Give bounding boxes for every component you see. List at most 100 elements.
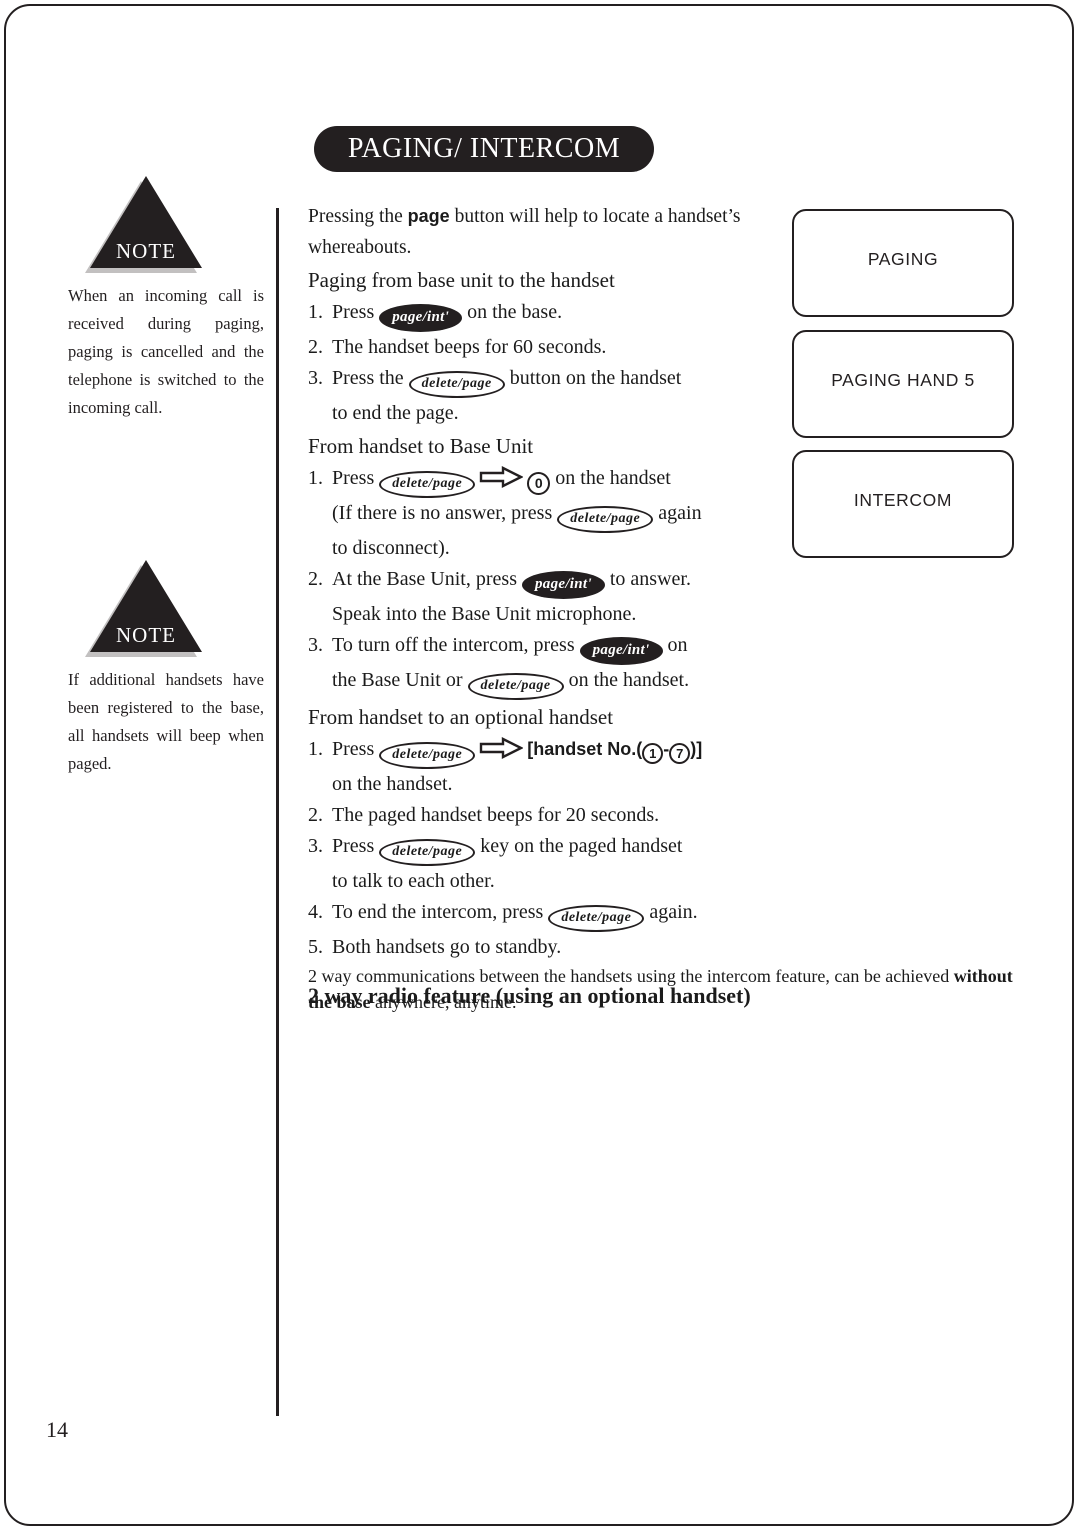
step-number: 2. (308, 804, 323, 826)
step-number: 1. (308, 301, 323, 323)
step-text-pre: Press (332, 835, 380, 857)
key-delete-page[interactable]: delete/page (379, 742, 476, 769)
step-number: 3. (308, 367, 323, 389)
step-number: 1. (308, 738, 323, 760)
lcd-display-paging: PAGING (792, 209, 1014, 317)
key-delete-page[interactable]: delete/page (379, 471, 476, 498)
key-page-int[interactable]: page/int' (521, 571, 605, 599)
step-item: 3. To turn off the intercom, press page/… (308, 630, 760, 700)
step-number: 2. (308, 336, 323, 358)
step-text-post: to answer. (604, 568, 691, 590)
step-text-continuation: on the handset. (332, 773, 453, 795)
step-number: 3. (308, 634, 323, 656)
step-text-continuation: to end the page. (332, 402, 459, 424)
step-item: 2. The paged handset beeps for 20 second… (308, 800, 760, 831)
step-text-post: on (662, 634, 688, 656)
intro-text-1: Pressing the (308, 206, 408, 227)
right-arrow-icon (479, 466, 524, 488)
radio-body-line2-tail: anywhere, anytime. (370, 992, 517, 1012)
section-heading-handset-to-optional-handset: From handset to an optional handset (308, 705, 614, 729)
step-number: 4. (308, 901, 323, 923)
note-label: NOTE (116, 239, 176, 263)
note-text: When an incoming call is received during… (68, 286, 264, 417)
step-number: 3. (308, 835, 323, 857)
step-text: Both handsets go to standby. (332, 936, 562, 958)
step-item: 5. Both handsets go to standby. (308, 932, 760, 963)
page-title: PAGING/ INTERCOM (347, 133, 621, 164)
lcd-text: PAGING (867, 249, 939, 269)
handset-number-range: [handset No.(1-7)] (527, 739, 703, 764)
step-text: The handset beeps for 60 seconds. (332, 336, 607, 358)
lcd-display-paging-hand-5: PAGING HAND 5 (792, 330, 1014, 438)
lcd-display-intercom: INTERCOM (792, 450, 1014, 558)
radio-body-line1: 2 way communications between the handset… (308, 966, 950, 986)
note-triangle-icon: NOTE (85, 560, 202, 657)
step-text-post: key on the paged handset (475, 835, 683, 857)
note-label: NOTE (116, 623, 176, 647)
radio-feature-body: 2 way communications between the handset… (308, 963, 1026, 1015)
page-number: 14 (46, 1417, 68, 1442)
key-digit-one[interactable]: 1 (642, 743, 664, 764)
intro-text-2: button will help to locate a handset’s (449, 206, 741, 227)
step-text-pre: To turn off the intercom, press (332, 634, 580, 656)
note-block-1: NOTE When an incoming call is received d… (68, 176, 268, 422)
step-text-pre: Press (332, 467, 380, 489)
key-page-int[interactable]: page/int' (379, 304, 463, 332)
key-delete-page[interactable]: delete/page (467, 673, 564, 700)
step-item: 1. Press delete/page [handset No.(1-7)] on… (308, 734, 760, 800)
handset-no-close: )] (690, 739, 703, 759)
step-text: Press page/int' on the base. (332, 297, 760, 332)
key-delete-page[interactable]: delete/page (408, 371, 505, 398)
step-text: To turn off the intercom, press page/int… (332, 630, 760, 700)
step-text-line2-pre: (If there is no answer, press (332, 502, 558, 524)
right-arrow-icon (479, 737, 524, 759)
step-text-continuation: Speak into the Base Unit microphone. (332, 603, 637, 625)
step-text: At the Base Unit, press page/int' to ans… (332, 564, 760, 630)
key-page-int[interactable]: page/int' (579, 637, 663, 665)
step-number: 5. (308, 936, 323, 958)
step-text-line3: to disconnect). (332, 537, 450, 559)
step-text: Press delete/page 0 on the handset (If the… (332, 463, 760, 564)
lcd-text: INTERCOM (853, 490, 953, 510)
step-text-pre: At the Base Unit, press (332, 568, 522, 590)
step-text-post: on the base. (462, 301, 563, 323)
step-text: Press delete/page [handset No.(1-7)] on th… (332, 734, 760, 800)
lcd-text: PAGING HAND 5 (831, 370, 975, 390)
step-item: 3. Press delete/page key on the paged ha… (308, 831, 760, 897)
key-delete-page[interactable]: delete/page (557, 506, 654, 533)
section-heading-handset-to-base: From handset to Base Unit (308, 434, 534, 458)
column-divider (276, 208, 279, 1416)
step-text-post: on the handset (550, 467, 671, 489)
step-text-pre: Press (332, 738, 380, 760)
step-item: 2. The handset beeps for 60 seconds. (308, 332, 760, 363)
page-title-banner: PAGING/ INTERCOM (314, 126, 654, 172)
instructions-column: Pressing the page button will help to lo… (308, 201, 760, 1011)
key-delete-page[interactable]: delete/page (548, 905, 645, 932)
section-heading-paging-base-to-handset: Paging from base unit to the handset (308, 268, 615, 292)
step-number: 2. (308, 568, 323, 590)
step-number: 1. (308, 467, 323, 489)
step-text-continuation-pre: the Base Unit or (332, 669, 468, 691)
step-item: 4. To end the intercom, press delete/pag… (308, 897, 760, 932)
intro-paragraph-line2: whereabouts. (308, 237, 412, 258)
key-delete-page[interactable]: delete/page (379, 839, 476, 866)
step-text: Press the delete/page button on the hand… (332, 363, 760, 429)
step-text: The paged handset beeps for 20 seconds. (332, 804, 660, 826)
step-text-pre: To end the intercom, press (332, 901, 549, 923)
step-text-line2-post: again (653, 502, 702, 524)
step-text-pre: Press (332, 301, 380, 323)
step-item: 1. Press delete/page 0 on the handset (If … (308, 463, 760, 564)
handset-no-open: [handset No.( (527, 739, 643, 759)
key-digit-seven[interactable]: 7 (669, 743, 691, 764)
key-digit-zero[interactable]: 0 (527, 472, 551, 495)
step-text-post: button on the handset (504, 367, 682, 389)
step-item: 1. Press page/int' on the base. (308, 297, 760, 332)
step-text: To end the intercom, press delete/page a… (332, 897, 760, 932)
step-text-continuation: to talk to each other. (332, 870, 495, 892)
step-text-continuation-post: on the handset. (563, 669, 690, 691)
step-item: 2. At the Base Unit, press page/int' to … (308, 564, 760, 630)
note-triangle-icon: NOTE (85, 176, 202, 273)
intro-paragraph: Pressing the page button will help to lo… (308, 201, 760, 232)
step-text-post: again. (644, 901, 698, 923)
step-text-pre: Press the (332, 367, 409, 389)
